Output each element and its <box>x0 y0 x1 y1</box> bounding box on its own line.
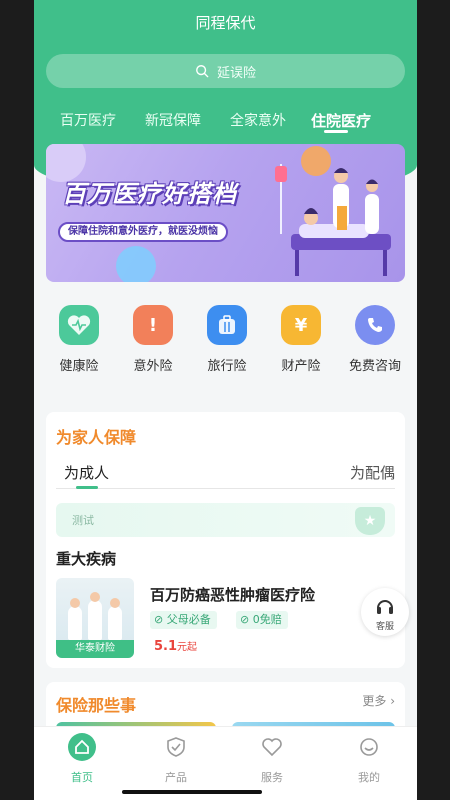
doctor-head <box>90 592 100 602</box>
product-tag-chip: ⊘ 父母必备 <box>150 611 217 629</box>
doctor-figure <box>88 600 102 640</box>
tab-million-medical[interactable]: 百万医疗 <box>60 110 116 130</box>
chip-label: 0免赔 <box>252 613 282 626</box>
doctor-head <box>110 598 120 608</box>
more-label: 更多 <box>362 694 387 708</box>
nav-home[interactable]: 首页 <box>52 733 112 785</box>
suitcase-icon <box>207 305 247 345</box>
warning-triangle-icon: ! <box>133 305 173 345</box>
segment-adult[interactable]: 为成人 <box>64 462 109 483</box>
category-health[interactable]: 健康险 <box>44 305 114 374</box>
tab-hospital-medical[interactable]: 住院医疗 <box>311 110 371 131</box>
nav-label: 服务 <box>261 771 283 784</box>
nav-label: 我的 <box>358 771 380 784</box>
product-price: 5.1元起 <box>154 638 197 654</box>
news-more-link[interactable]: 更多 › <box>362 692 395 709</box>
nav-mine[interactable]: 我的 <box>339 733 399 785</box>
nav-products[interactable]: 产品 <box>146 733 206 785</box>
category-travel[interactable]: 旅行险 <box>192 305 262 374</box>
section-critical-illness: 重大疾病 <box>56 550 117 568</box>
check-circle-icon: ⊘ <box>240 613 250 626</box>
category-accident[interactable]: ! 意外险 <box>118 305 188 374</box>
smile-face-icon <box>355 733 383 761</box>
category-label: 旅行险 <box>207 359 247 374</box>
product-image[interactable]: 华泰财险 <box>56 578 134 658</box>
chevron-right-icon: › <box>390 694 395 708</box>
active-tab-indicator <box>324 130 348 133</box>
tab-covid[interactable]: 新冠保障 <box>145 110 201 130</box>
category-shortcuts: 健康险 ! 意外险 旅行险 ¥ 财产险 免费咨询 <box>34 305 417 385</box>
category-label: 健康险 <box>59 359 99 374</box>
product-name[interactable]: 百万防癌恶性肿瘤医疗险 <box>150 584 315 605</box>
shield-star-icon: ★ <box>355 507 385 535</box>
segment-divider <box>56 488 395 489</box>
hospital-illustration <box>275 164 391 276</box>
doctor-figure <box>68 606 82 640</box>
search-bar[interactable]: 延误险 <box>46 54 405 88</box>
planet-decoration <box>116 246 156 282</box>
nav-services[interactable]: 服务 <box>242 733 302 785</box>
heart-pulse-icon <box>59 305 99 345</box>
home-icon <box>68 733 96 761</box>
banner-title: 百万医疗好搭档 <box>62 180 237 208</box>
bottom-navigation: 首页 产品 服务 我的 <box>34 726 417 800</box>
price-value: 5.1 <box>154 639 178 654</box>
shield-check-icon <box>162 733 190 761</box>
home-indicator <box>122 790 262 794</box>
product-tag-chip: ⊘ 0免赔 <box>236 611 288 629</box>
family-protection-card: 为家人保障 为成人 为配偶 测试 ★ 重大疾病 华泰财险 百万防癌恶性肿瘤医疗险… <box>46 412 405 668</box>
doctor-figure <box>108 606 122 640</box>
money-bag-icon: ¥ <box>281 305 321 345</box>
news-title: 保险那些事 <box>56 696 137 715</box>
test-banner[interactable]: 测试 ★ <box>56 503 395 537</box>
segment-active-indicator <box>76 486 98 489</box>
banner-subtitle: 保障住院和意外医疗，就医没烦恼 <box>58 222 228 242</box>
app-screen: 同程保代 延误险 百万医疗 新冠保障 全家意外 住院医疗 百万医疗好搭档 保障住… <box>34 0 417 800</box>
nav-label: 产品 <box>165 771 187 784</box>
chip-label: 父母必备 <box>166 613 211 626</box>
check-circle-icon: ⊘ <box>154 613 164 626</box>
customer-service-button[interactable]: 客服 <box>361 588 409 636</box>
heart-icon <box>258 733 286 761</box>
segment-spouse[interactable]: 为配偶 <box>350 462 395 483</box>
family-title: 为家人保障 <box>56 428 137 447</box>
category-property[interactable]: ¥ 财产险 <box>266 305 336 374</box>
category-tabs: 百万医疗 新冠保障 全家意外 住院医疗 <box>34 110 417 136</box>
category-label: 免费咨询 <box>348 359 401 374</box>
headset-icon <box>377 600 393 614</box>
search-icon <box>196 65 209 78</box>
promo-banner[interactable]: 百万医疗好搭档 保障住院和意外医疗，就医没烦恼 <box>46 144 405 282</box>
doctor-head <box>70 598 80 608</box>
category-label: 财产险 <box>281 359 321 374</box>
nav-label: 首页 <box>71 771 93 784</box>
app-title: 同程保代 <box>195 14 256 32</box>
tab-family-accident[interactable]: 全家意外 <box>230 110 286 130</box>
insurer-tag: 华泰财险 <box>56 640 134 658</box>
category-consult[interactable]: 免费咨询 <box>340 305 410 374</box>
test-label: 测试 <box>72 514 94 527</box>
search-placeholder: 延误险 <box>216 65 256 81</box>
phone-icon <box>355 305 395 345</box>
customer-service-label: 客服 <box>375 622 394 632</box>
category-label: 意外险 <box>133 359 173 374</box>
price-unit: 元起 <box>177 642 198 653</box>
